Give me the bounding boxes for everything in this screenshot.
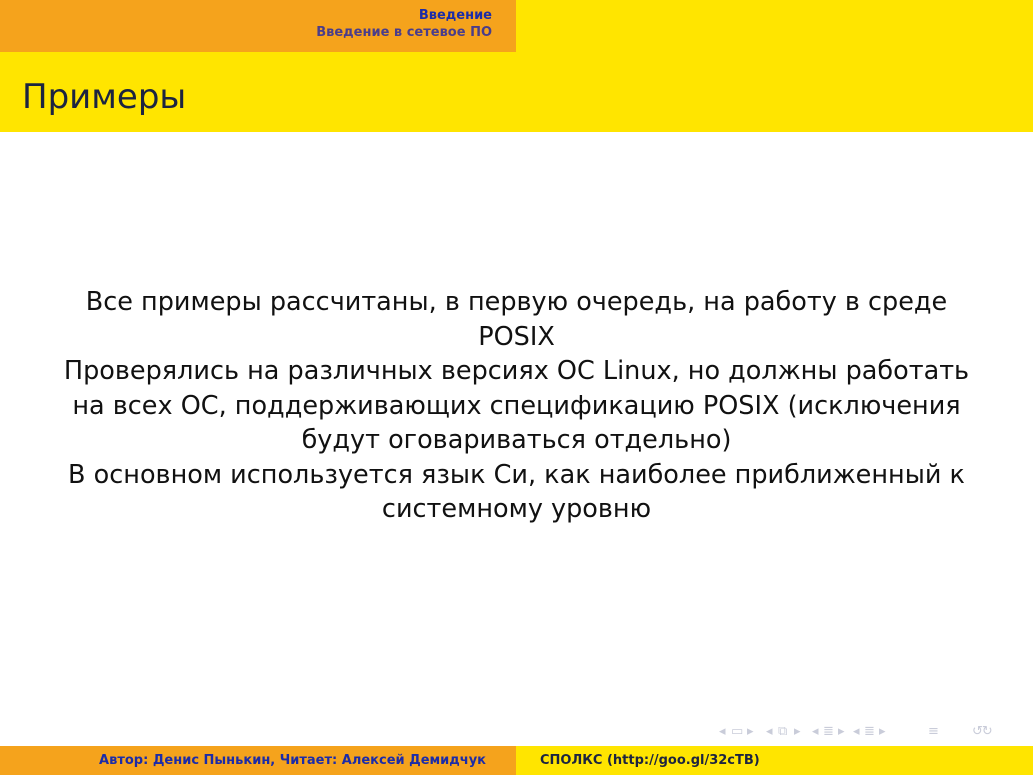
nav-next-frame-icon[interactable]: ▸ (747, 722, 754, 742)
nav-search-icon[interactable]: ↺↻ (972, 722, 993, 742)
navigation-symbols: ◂ ▭ ▸ ◂ ⧉ ▸ ◂ ≣ ▸ ◂ ≣ ▸ ≡ ↺↻ (0, 722, 1033, 742)
footer-title: СПОЛКС (http://goo.gl/32cTB) (516, 746, 1033, 775)
nav-slide-icon[interactable]: ≣ (864, 722, 875, 742)
nav-toc-icon[interactable]: ≡ (928, 722, 939, 742)
footer-bar: Автор: Денис Пынькин, Читает: Алексей Де… (0, 746, 1033, 775)
nav-prev-frame-icon[interactable]: ◂ (719, 722, 726, 742)
header-bar: Введение Введение в сетевое ПО (0, 0, 1033, 52)
nav-next-slide-icon[interactable]: ▸ (879, 722, 886, 742)
frame-title-bar: Примеры (0, 52, 1033, 132)
nav-prev-section-icon[interactable]: ◂ (812, 722, 819, 742)
nav-frame-icon[interactable]: ▭ (731, 722, 743, 742)
content-paragraph: Проверялись на различных версиях ОС Linu… (63, 356, 970, 455)
nav-subsection-icon[interactable]: ⧉ (778, 722, 787, 742)
subsection-title[interactable]: Введение в сетевое ПО (0, 24, 492, 41)
nav-prev-slide-icon[interactable]: ◂ (853, 722, 860, 742)
header-section-panel: Введение Введение в сетевое ПО (0, 0, 516, 52)
nav-section-icon[interactable]: ≣ (823, 722, 834, 742)
nav-next-subsection-icon[interactable]: ▸ (794, 722, 801, 742)
content-paragraph: В основном используется язык Си, как наи… (68, 459, 965, 525)
section-title[interactable]: Введение (0, 7, 492, 24)
frame-title: Примеры (22, 77, 187, 117)
content-paragraph: Все примеры рассчитаны, в первую очередь… (85, 287, 948, 352)
header-empty-panel (516, 0, 1033, 52)
nav-next-section-icon[interactable]: ▸ (838, 722, 845, 742)
nav-prev-subsection-icon[interactable]: ◂ (766, 722, 773, 742)
slide-content: Все примеры рассчитаны, в первую очередь… (60, 285, 973, 527)
footer-author: Автор: Денис Пынькин, Читает: Алексей Де… (0, 746, 516, 775)
